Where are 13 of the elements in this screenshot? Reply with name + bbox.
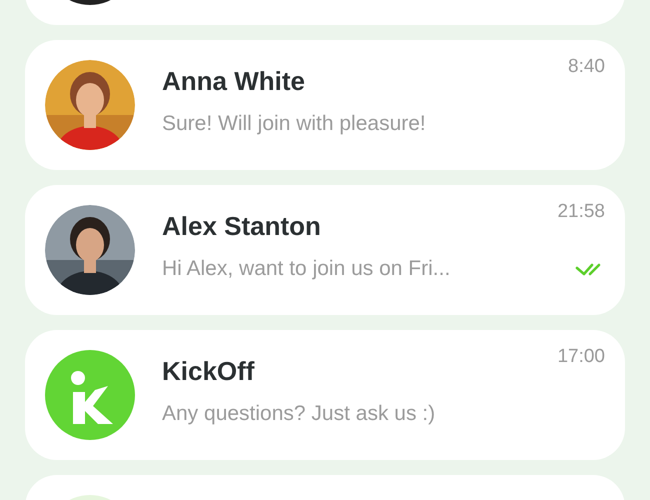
message-time: 17:00 [557, 345, 605, 369]
contact-name: KickOff [162, 355, 254, 387]
message-preview: Any questions? Just ask us :) [162, 401, 436, 427]
chat-card[interactable]: Anna White 8:40 Sure! Will join with pleasure! [25, 40, 625, 170]
logo-icon [45, 350, 135, 440]
contact-name: Alex Stanton [162, 210, 321, 242]
contact-name: Anna White [162, 65, 305, 97]
chat-card[interactable]: Alex Stanton 21:58 Hi Alex, want to join us on Fri... [25, 185, 625, 315]
message-preview: Sure! Will join with pleasure! [162, 111, 426, 137]
message-preview: Hi Alex, want to join us on Fri... [162, 256, 450, 282]
message-time: 21:58 [557, 200, 605, 224]
chat-card[interactable]: KickOff 17:00 Any questions? Just ask us :) [25, 330, 625, 460]
message-time: 8:40 [568, 55, 605, 79]
